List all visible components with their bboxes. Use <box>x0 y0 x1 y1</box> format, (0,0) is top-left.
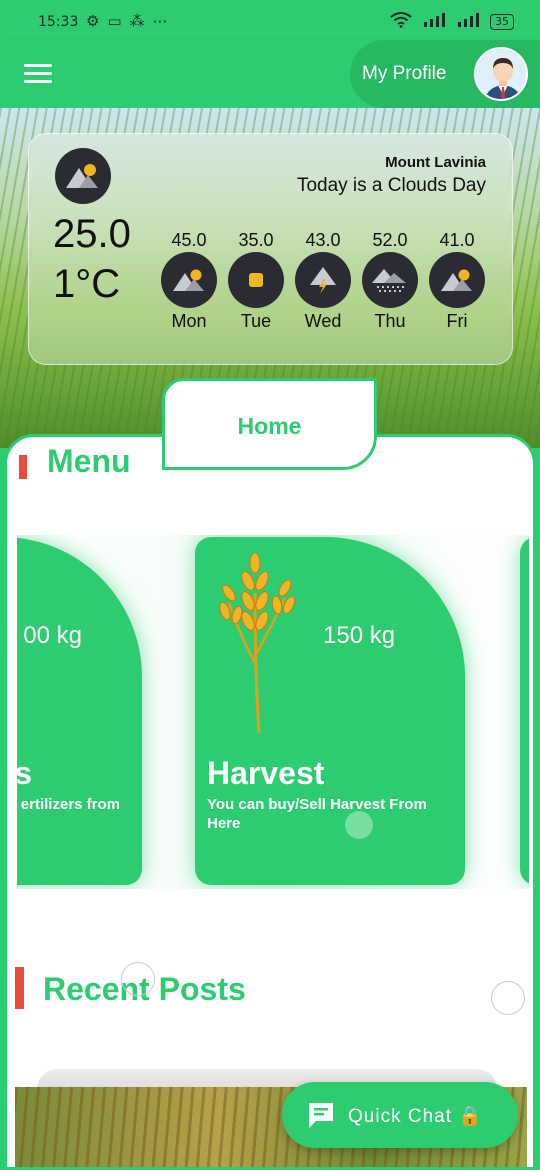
forecast-day: 52.0 Thu <box>362 230 418 332</box>
touch-indicator <box>345 811 373 839</box>
forecast-value: 43.0 <box>305 230 341 250</box>
forecast-value: 35.0 <box>238 230 274 250</box>
card-quantity: 00 kg <box>23 622 82 649</box>
menu-carousel[interactable]: 00 kg s ertilizers from <box>17 535 529 889</box>
forecast-value: 45.0 <box>171 230 207 250</box>
forecast-day: 43.0 Wed <box>295 230 351 332</box>
gear-icon: ⚙ <box>86 12 100 30</box>
forecast-day-name: Tue <box>240 311 272 331</box>
wheat-icon <box>215 543 296 738</box>
forecast-value: 52.0 <box>372 230 408 250</box>
snow-icon <box>362 252 418 308</box>
weather-card: Mount Lavinia Today is a Clouds Day 25.0… <box>28 133 513 365</box>
card-quantity: 150 kg <box>323 622 396 649</box>
quick-chat-button[interactable]: Quick Chat 🔒 <box>282 1082 518 1148</box>
tab-home[interactable]: Home <box>162 378 377 470</box>
weather-location: Mount Lavinia <box>385 154 486 171</box>
laptop-icon: ▭ <box>107 12 122 30</box>
card-title: Harvest <box>207 755 325 791</box>
my-profile-button[interactable]: My Profile <box>350 40 540 108</box>
sun-icon <box>228 252 284 308</box>
forecast-day-name: Wed <box>304 311 342 331</box>
forecast-day-name: Thu <box>374 311 406 331</box>
my-profile-label: My Profile <box>362 63 447 84</box>
battery-icon: 35 <box>490 13 514 30</box>
touch-indicator <box>491 981 525 1015</box>
status-bar: 15:33 ⚙ ▭ ⁂ ⋯ 35 <box>0 0 540 40</box>
card-description: You can buy/Sell Harvest From Here <box>207 796 427 832</box>
card-title: s <box>17 755 32 792</box>
avatar <box>474 47 528 101</box>
signal-icon <box>456 13 480 30</box>
quick-chat-label: Quick Chat 🔒 <box>348 1106 483 1127</box>
forecast-value: 41.0 <box>439 230 475 250</box>
weather-forecast: 45.0 Mon 35.0 Tue 43.0 Wed 52.0 Thu 41.0… <box>161 230 485 332</box>
more-icon: ⋯ <box>152 12 168 30</box>
menu-card[interactable] <box>520 537 529 885</box>
status-time: 15:33 <box>38 14 79 30</box>
touch-indicator <box>121 962 155 996</box>
forecast-day-name: Mon <box>171 311 207 331</box>
sun-cloud-icon <box>55 148 111 204</box>
menu-title: Menu <box>47 443 131 479</box>
main-content: Menu 00 kg s ertilizers from <box>4 434 536 1170</box>
wifi-icon <box>390 12 412 31</box>
menu-card[interactable]: 00 kg s ertilizers from <box>17 537 142 885</box>
sun-cloud-icon <box>161 252 217 308</box>
thunder-icon <box>295 252 351 308</box>
hamburger-icon[interactable] <box>24 64 52 86</box>
section-marker <box>19 455 27 479</box>
signal-icon <box>422 13 446 30</box>
menu-card-harvest[interactable]: 150 kg Harvest You can buy/Sell Harvest … <box>195 537 465 885</box>
current-temperature: 25.01°C <box>53 212 131 306</box>
chat-icon <box>306 1100 336 1135</box>
forecast-day: 35.0 Tue <box>228 230 284 332</box>
card-description: ertilizers from <box>20 796 120 813</box>
forecast-day-name: Fri <box>446 311 468 331</box>
apps-icon: ⁂ <box>129 12 145 30</box>
weather-condition: Today is a Clouds Day <box>296 175 486 196</box>
section-marker <box>15 967 24 1009</box>
forecast-day: 41.0 Fri <box>429 230 485 332</box>
sun-cloud-icon <box>429 252 485 308</box>
tab-home-label: Home <box>237 413 302 439</box>
forecast-day: 45.0 Mon <box>161 230 217 332</box>
app-bar: My Profile <box>0 40 540 108</box>
